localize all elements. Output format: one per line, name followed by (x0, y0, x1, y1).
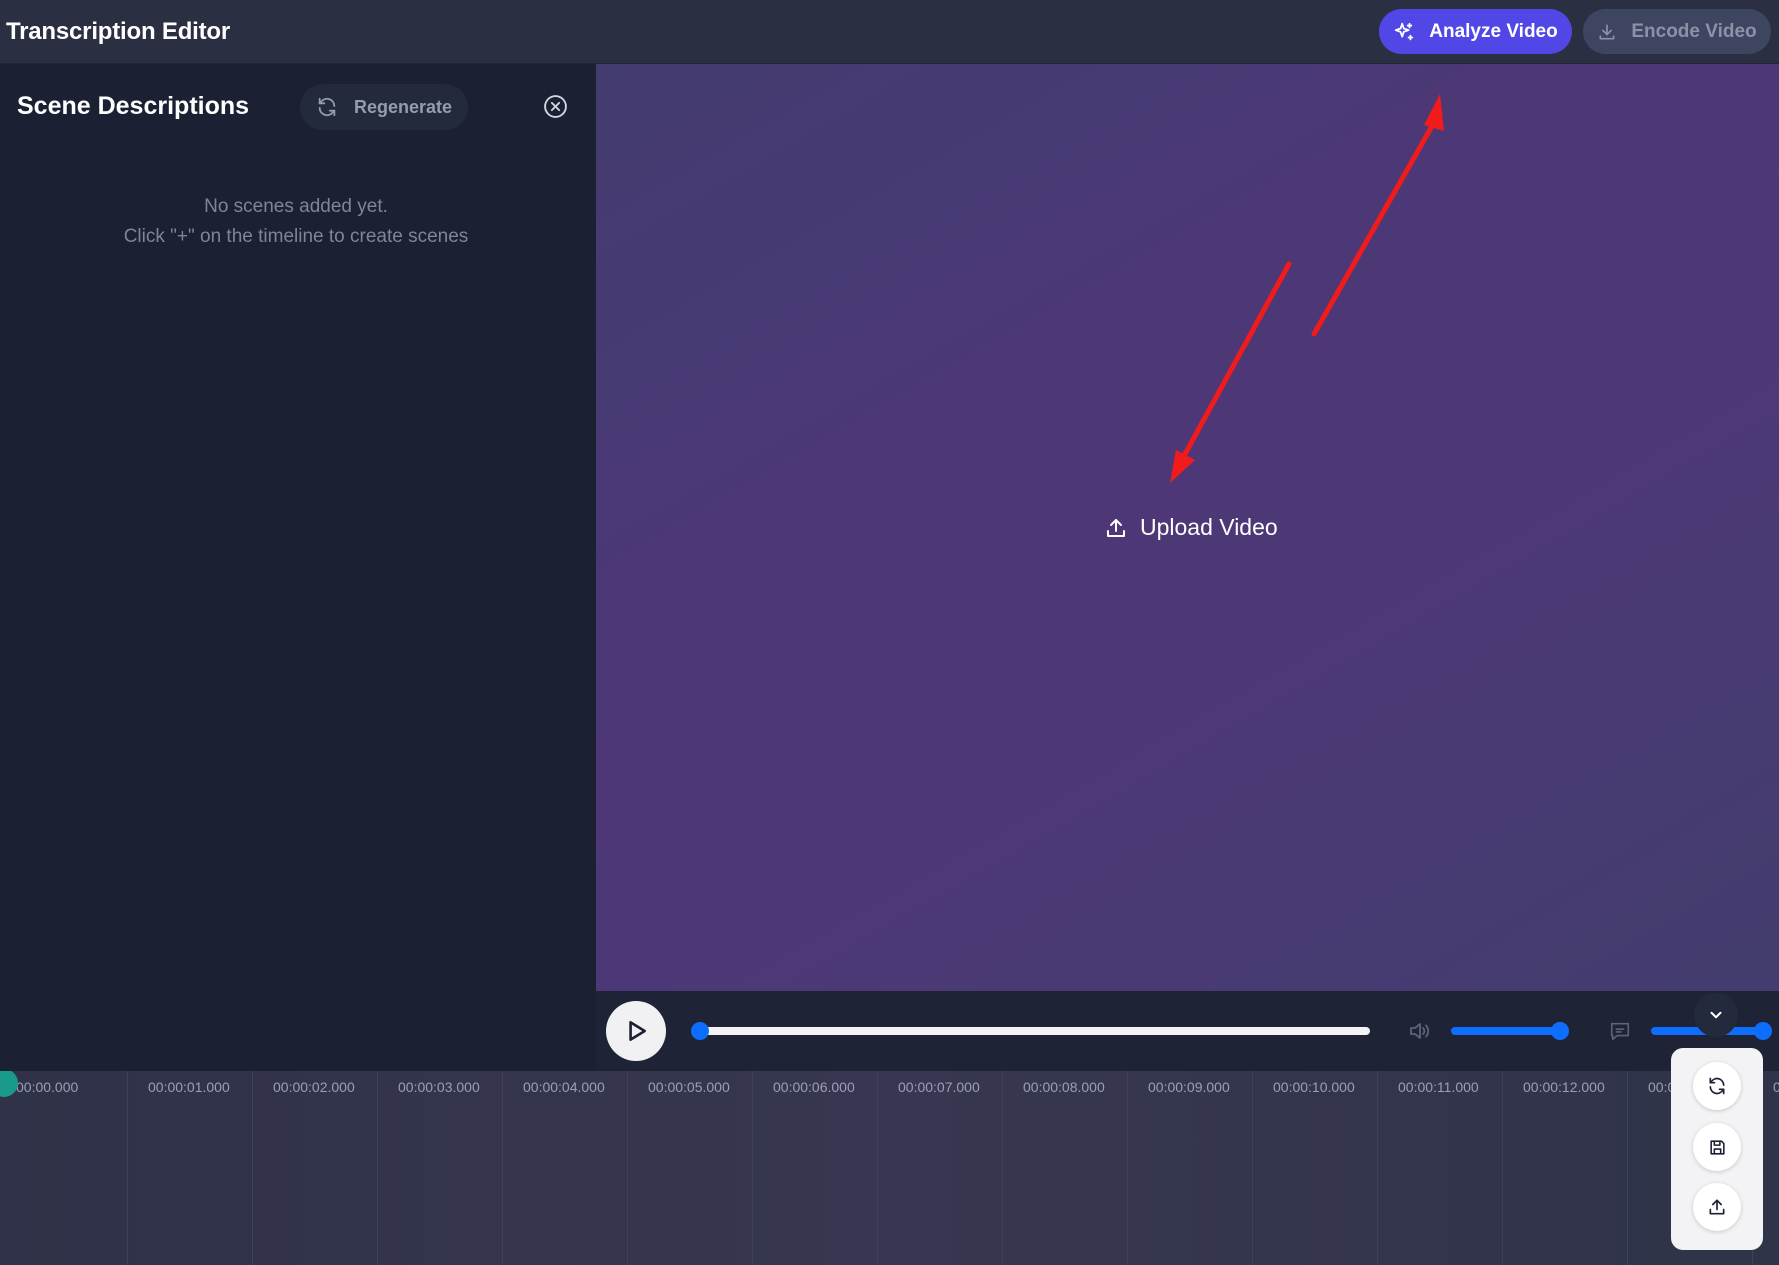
timeline-tick: 00:00:01.000 (127, 1071, 252, 1265)
upload-video-button[interactable]: Upload Video (1104, 514, 1278, 541)
sparkles-icon (1395, 22, 1414, 40)
timeline-tick-label: 00:00:11.000 (1398, 1079, 1479, 1095)
annotation-arrow-line (1176, 261, 1292, 468)
app-header: Transcription Editor Analyze Video Encod… (0, 0, 1779, 64)
subtitles-icon[interactable] (1608, 1020, 1632, 1042)
analyze-video-label: Analyze Video (1429, 20, 1558, 42)
upload-icon (1107, 518, 1125, 537)
volume-track[interactable] (1451, 1027, 1566, 1035)
progress-thumb[interactable] (691, 1022, 709, 1040)
volume-icon[interactable] (1406, 1019, 1432, 1043)
timeline-tick-label: 00:00:09.000 (1148, 1079, 1230, 1095)
timeline-tick: 00:00:11.000 (1377, 1071, 1502, 1265)
volume-thumb[interactable] (1551, 1022, 1570, 1040)
timeline-tick-label: 00:00:07.000 (898, 1079, 980, 1095)
encode-video-label: Encode Video (1631, 20, 1757, 42)
subtitle-thumb[interactable] (1754, 1022, 1772, 1040)
regenerate-label: Regenerate (353, 96, 453, 117)
refresh-icon (318, 97, 336, 117)
annotation-arrowhead (1170, 450, 1195, 483)
empty-message-line2: Click "+" on the timeline to create scen… (123, 226, 469, 247)
sync-button[interactable] (1693, 1062, 1741, 1110)
timeline-tick: 00:00:03.000 (377, 1071, 502, 1265)
timeline-tick-label: 00:00:14.000 (1773, 1079, 1779, 1095)
app-title: Transcription Editor (6, 18, 231, 45)
save-icon (1709, 1139, 1725, 1155)
timeline-tick-label: 00:00:08.000 (1023, 1079, 1105, 1095)
play-icon (629, 1021, 646, 1041)
timeline-tick-label: 00:00:10.000 (1273, 1079, 1355, 1095)
scene-sidebar: Scene Descriptions Regenerate No scenes … (0, 64, 596, 1071)
collapse-button[interactable] (1694, 993, 1738, 1037)
timeline-tick-label: 00:00:02.000 (273, 1079, 355, 1095)
timeline-tick: 00:00:10.000 (1252, 1071, 1377, 1265)
timeline-tick: 00:00:02.000 (252, 1071, 377, 1265)
encode-video-button[interactable]: Encode Video (1583, 9, 1771, 54)
save-button[interactable] (1693, 1123, 1741, 1171)
download-icon (1599, 24, 1615, 40)
regenerate-button[interactable]: Regenerate (300, 84, 468, 130)
annotation-arrowhead (1424, 94, 1444, 131)
timeline-tick: 00:00:08.000 (1002, 1071, 1127, 1265)
upload-icon (1709, 1199, 1725, 1215)
analyze-video-button[interactable]: Analyze Video (1379, 9, 1572, 54)
timeline-tick: 00:00:09.000 (1127, 1071, 1252, 1265)
timeline-tick-label: 00:00.000 (16, 1079, 79, 1095)
timeline-tick: 00:00.000 (2, 1071, 127, 1265)
export-button[interactable] (1693, 1183, 1741, 1231)
timeline[interactable]: 00:00:14.00000:00:13.00000:00:12.00000:0… (0, 1071, 1779, 1265)
timeline-tick: 00:00:05.000 (627, 1071, 752, 1265)
refresh-icon (1709, 1077, 1725, 1095)
timeline-tick-label: 00:00:12.000 (1523, 1079, 1605, 1095)
timeline-tick: 00:00:06.000 (752, 1071, 877, 1265)
empty-message-line1: No scenes added yet. (204, 196, 388, 217)
upload-video-label: Upload Video (1140, 514, 1278, 540)
timeline-tick: 00:00:04.000 (502, 1071, 627, 1265)
annotation-arrow-line (1311, 109, 1443, 337)
timeline-tick-label: 00:00:06.000 (773, 1079, 855, 1095)
empty-scenes-message: No scenes added yet. Click "+" on the ti… (0, 192, 592, 252)
timeline-tick-label: 00:00:04.000 (523, 1079, 605, 1095)
timeline-tick: 00:00:07.000 (877, 1071, 1002, 1265)
sidebar-title: Scene Descriptions (17, 92, 250, 120)
play-button[interactable] (606, 1001, 666, 1061)
video-dropzone[interactable]: Upload Video (596, 64, 1779, 991)
timeline-tick-label: 00:00:03.000 (398, 1079, 480, 1095)
timeline-tick-label: 00:00:05.000 (648, 1079, 730, 1095)
progress-track[interactable] (700, 1027, 1370, 1035)
player-controls (596, 991, 1779, 1071)
timeline-tick-label: 00:00:01.000 (148, 1079, 230, 1095)
floating-action-panel (1671, 1048, 1763, 1250)
timeline-tick: 00:00:12.000 (1502, 1071, 1627, 1265)
chevron-down-icon (1710, 1011, 1722, 1019)
close-icon[interactable] (543, 94, 568, 119)
